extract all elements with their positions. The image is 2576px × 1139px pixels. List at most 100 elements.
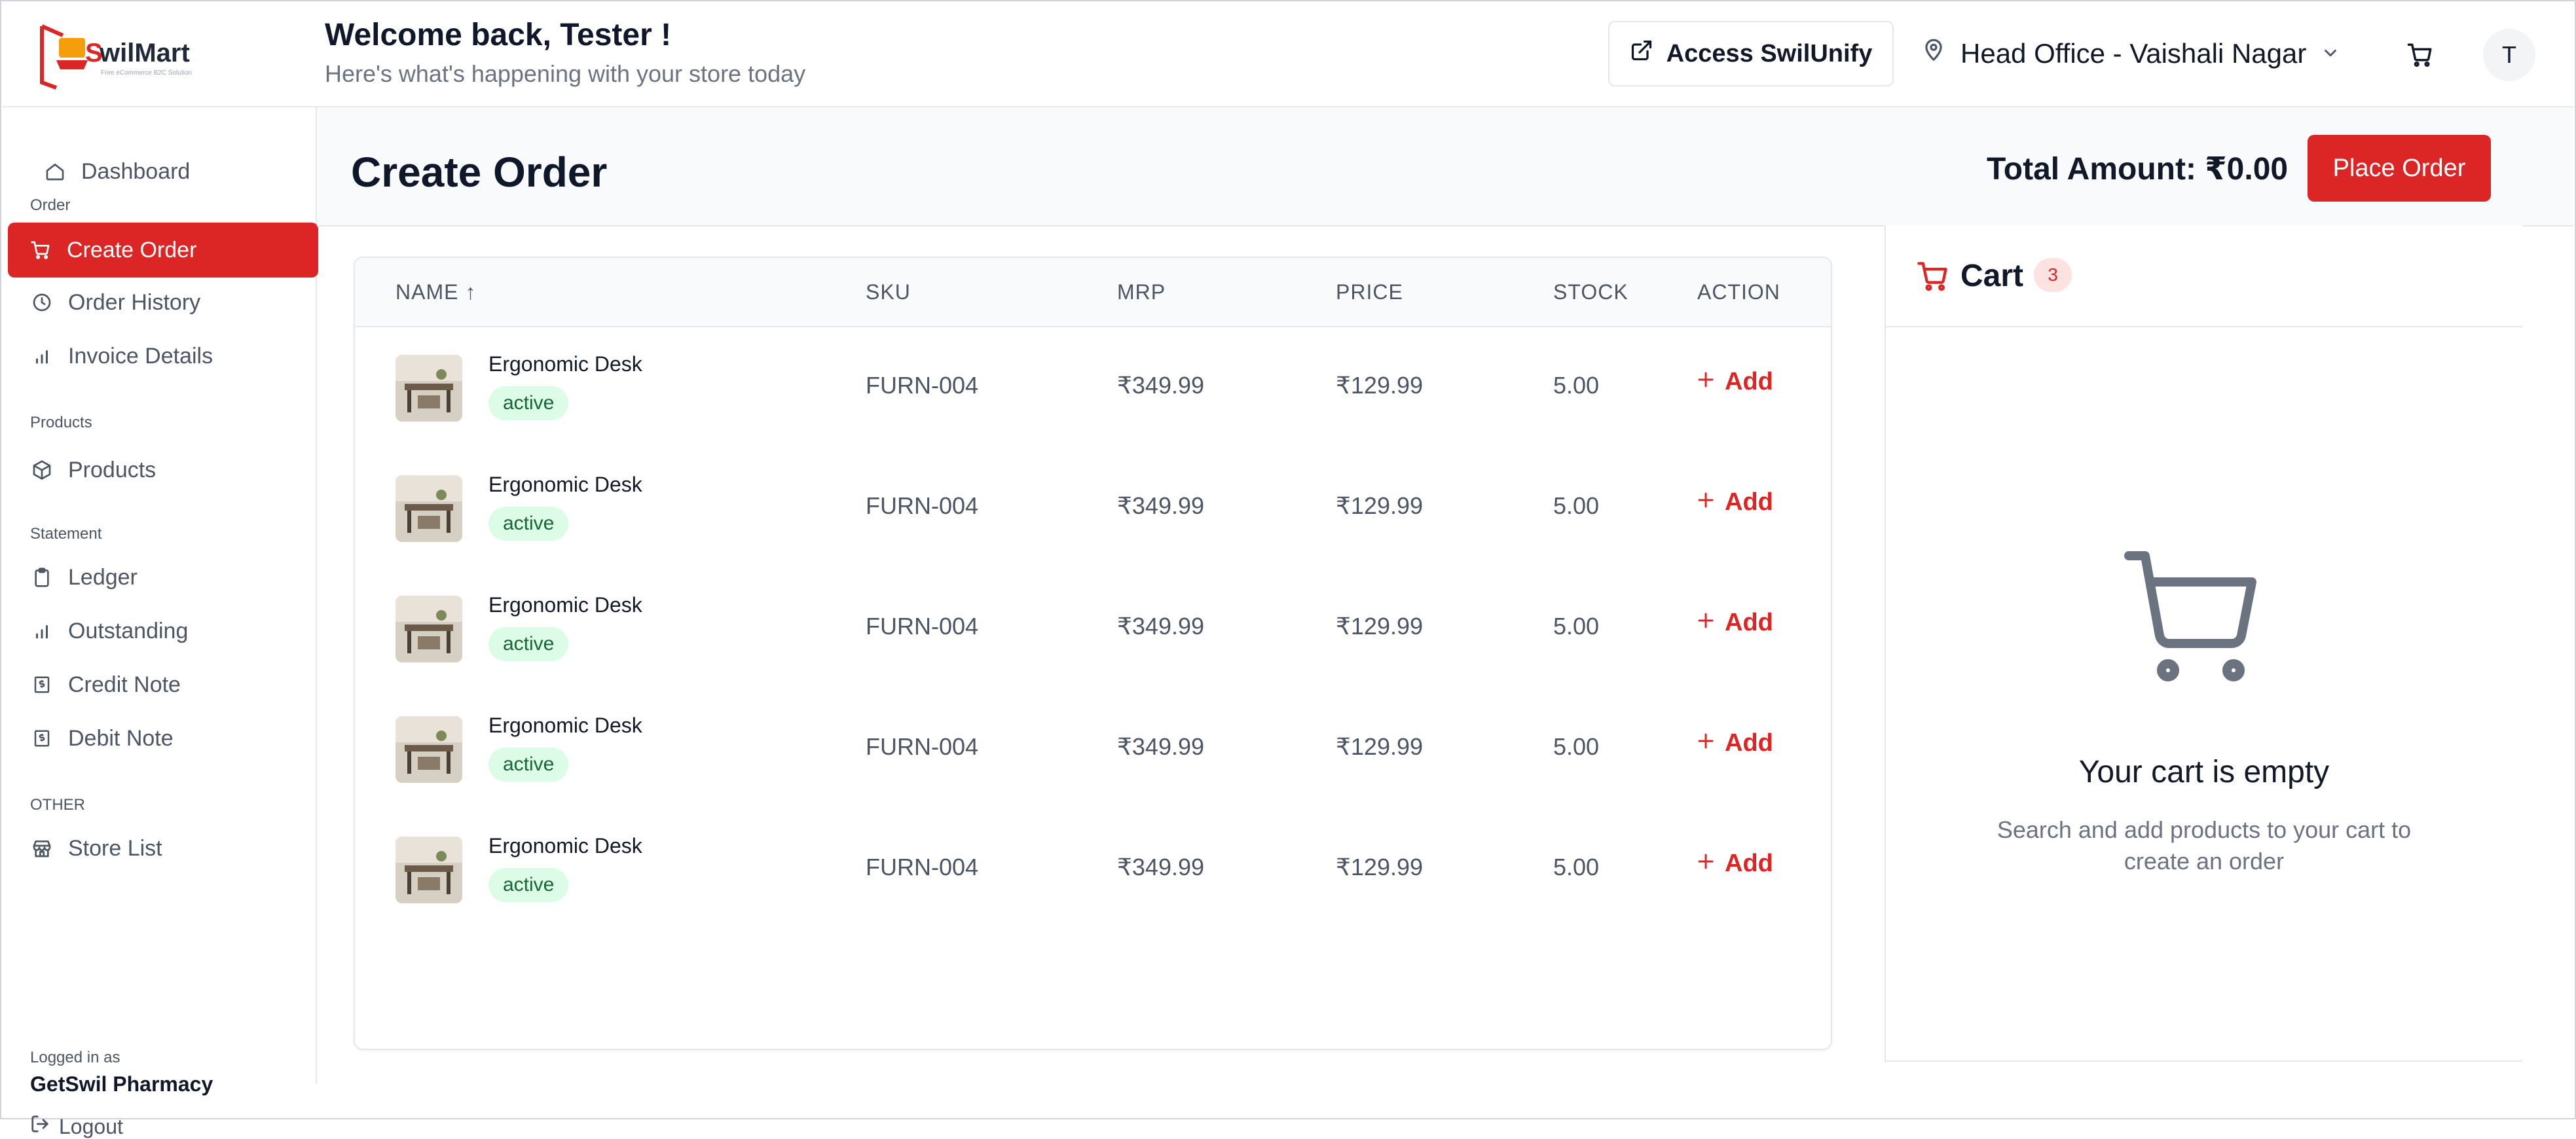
logout-button[interactable]: Logout	[30, 1114, 123, 1139]
add-to-cart-button[interactable]: Add	[1696, 729, 1773, 757]
table-row: Ergonomic Desk active FURN-004 ₹349.99 ₹…	[355, 567, 1831, 687]
product-stock: 5.00	[1553, 492, 1600, 519]
product-mrp: ₹349.99	[1117, 613, 1205, 640]
empty-cart-icon	[2119, 539, 2276, 696]
column-header-stock: STOCK	[1553, 280, 1628, 304]
shopping-cart-icon	[1916, 259, 1950, 297]
products-table: NAME ↑ SKU MRP PRICE STOCK ACTION Ergono…	[354, 257, 1832, 1050]
product-sku: FURN-004	[866, 613, 979, 640]
product-thumbnail	[396, 716, 462, 783]
top-header: S wilMart Free eCommerce B2C Solution We…	[3, 3, 2573, 107]
empty-cart-subtitle: Search and add products to your cart to …	[1996, 816, 2412, 875]
sidebar-item-create-order[interactable]: Create Order	[8, 223, 318, 278]
product-sku: FURN-004	[866, 492, 979, 519]
product-mrp: ₹349.99	[1117, 492, 1205, 519]
logged-in-name: GetSwil Pharmacy	[30, 1072, 213, 1096]
svg-text:Free eCommerce B2C Solution: Free eCommerce B2C Solution	[101, 69, 192, 77]
status-badge: active	[488, 627, 569, 661]
column-header-price: PRICE	[1336, 280, 1403, 304]
column-header-mrp: MRP	[1117, 280, 1166, 304]
welcome-subtitle: Here's what's happening with your store …	[325, 60, 806, 87]
product-price: ₹129.99	[1336, 854, 1424, 880]
place-order-button[interactable]: Place Order	[2308, 135, 2491, 202]
receipt-dollar-icon	[31, 674, 52, 695]
svg-text:wilMart: wilMart	[99, 39, 190, 67]
product-price: ₹129.99	[1336, 372, 1424, 399]
access-swilunify-label: Access SwilUnify	[1666, 39, 1873, 67]
swilmart-logo[interactable]: S wilMart Free eCommerce B2C Solution	[37, 22, 207, 90]
sidebar-item-invoice-details[interactable]: Invoice Details	[8, 329, 317, 384]
column-header-action: ACTION	[1697, 280, 1780, 304]
shopping-cart-icon	[2406, 41, 2434, 72]
product-thumbnail	[396, 837, 462, 903]
access-swilunify-button[interactable]: Access SwilUnify	[1608, 21, 1894, 86]
sidebar-item-label: Credit Note	[68, 672, 181, 697]
product-sku: FURN-004	[866, 733, 979, 760]
sidebar-item-label: Outstanding	[68, 618, 189, 643]
page-title: Create Order	[351, 149, 608, 196]
sidebar-item-products[interactable]: Products	[8, 443, 317, 497]
plus-icon	[1696, 729, 1716, 757]
product-stock: 5.00	[1553, 733, 1600, 760]
add-label: Add	[1725, 609, 1773, 636]
sidebar-item-dashboard[interactable]: Dashboard	[8, 144, 317, 199]
table-row: Ergonomic Desk active FURN-004 ₹349.99 ₹…	[355, 446, 1831, 567]
empty-cart-title: Your cart is empty	[2078, 755, 2330, 789]
add-label: Add	[1725, 488, 1773, 516]
plus-icon	[1696, 368, 1716, 396]
add-to-cart-button[interactable]: Add	[1696, 368, 1773, 396]
product-stock: 5.00	[1553, 613, 1600, 640]
header-cart-button[interactable]	[2399, 35, 2441, 77]
product-name: Ergonomic Desk	[488, 473, 642, 496]
add-to-cart-button[interactable]: Add	[1696, 488, 1773, 516]
bar-chart-icon	[31, 346, 52, 367]
status-badge: active	[488, 748, 569, 782]
product-name: Ergonomic Desk	[488, 714, 642, 737]
external-link-icon	[1630, 39, 1653, 69]
location-selector[interactable]: Head Office - Vaishali Nagar	[1921, 29, 2340, 79]
plus-icon	[1696, 850, 1716, 878]
location-label: Head Office - Vaishali Nagar	[1960, 38, 2307, 69]
sidebar-item-label: Invoice Details	[68, 343, 213, 369]
table-row: Ergonomic Desk active FURN-004 ₹349.99 ₹…	[355, 687, 1831, 808]
status-badge: active	[488, 386, 569, 420]
sidebar-section-products: Products	[30, 414, 92, 431]
product-name: Ergonomic Desk	[488, 352, 642, 376]
clock-icon	[31, 292, 52, 313]
receipt-dollar-icon	[31, 728, 52, 749]
sidebar-item-ledger[interactable]: Ledger	[8, 550, 317, 605]
map-pin-icon	[1921, 38, 1946, 69]
sidebar-section-other: OTHER	[30, 796, 85, 814]
cart-title: Cart	[1960, 259, 2024, 293]
home-icon	[45, 161, 65, 182]
welcome-heading: Welcome back, Tester !	[325, 18, 672, 52]
sidebar-item-store-list[interactable]: Store List	[8, 821, 317, 876]
user-avatar[interactable]: T	[2483, 29, 2535, 81]
product-sku: FURN-004	[866, 854, 979, 880]
product-price: ₹129.99	[1336, 613, 1424, 640]
logout-label: Logout	[59, 1114, 123, 1138]
add-to-cart-button[interactable]: Add	[1696, 609, 1773, 637]
column-header-name[interactable]: NAME ↑	[396, 280, 476, 304]
product-price: ₹129.99	[1336, 492, 1424, 519]
table-header: NAME ↑ SKU MRP PRICE STOCK ACTION	[355, 258, 1831, 327]
cart-panel: Cart 3 Your cart is empty Search and add…	[1885, 225, 2522, 1062]
cart-header: Cart 3	[1886, 225, 2522, 327]
sidebar-section-statement: Statement	[30, 525, 102, 543]
product-mrp: ₹349.99	[1117, 372, 1205, 399]
logout-icon	[30, 1114, 50, 1139]
clipboard-icon	[31, 567, 52, 588]
add-label: Add	[1725, 368, 1773, 395]
sidebar-item-outstanding[interactable]: Outstanding	[8, 604, 317, 659]
sidebar-item-label: Ledger	[68, 564, 138, 590]
shopping-cart-icon	[30, 240, 51, 261]
sidebar-item-debit-note[interactable]: Debit Note	[8, 711, 317, 766]
product-mrp: ₹349.99	[1117, 854, 1205, 880]
bar-chart-icon	[31, 621, 52, 642]
add-to-cart-button[interactable]: Add	[1696, 850, 1773, 878]
sidebar-item-credit-note[interactable]: Credit Note	[8, 657, 317, 712]
product-stock: 5.00	[1553, 854, 1600, 880]
package-icon	[31, 460, 52, 480]
sidebar-item-order-history[interactable]: Order History	[8, 275, 317, 330]
product-mrp: ₹349.99	[1117, 733, 1205, 760]
